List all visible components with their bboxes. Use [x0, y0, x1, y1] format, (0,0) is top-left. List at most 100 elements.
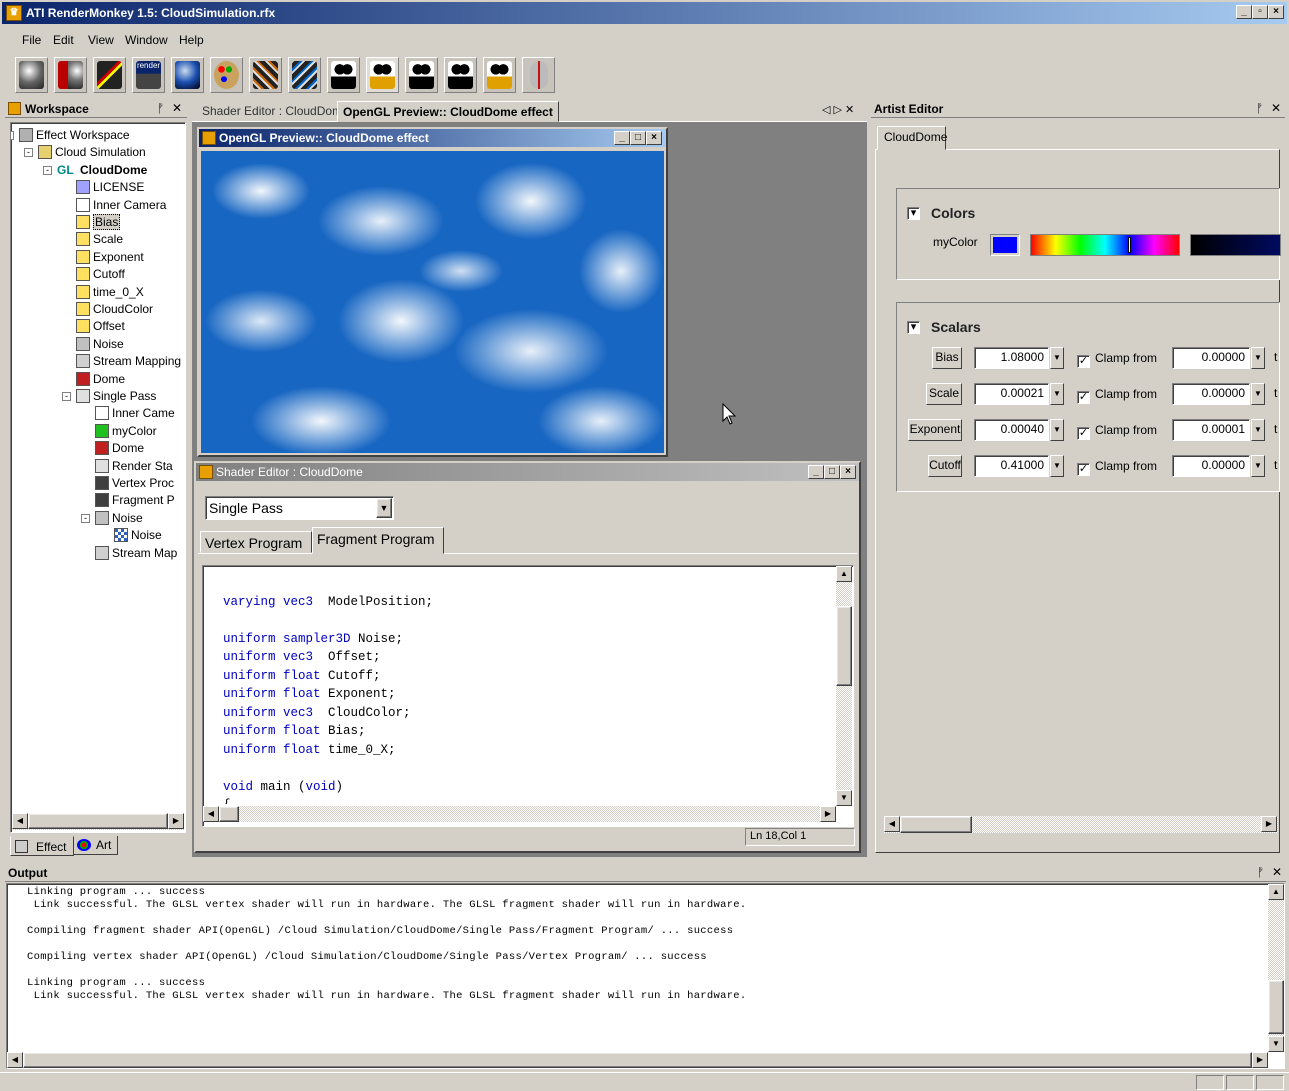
scroll-thumb[interactable]	[900, 816, 972, 833]
close-icon[interactable]: ✕	[1271, 101, 1281, 115]
toolbar-button-dice-2[interactable]	[288, 57, 321, 93]
tree-item[interactable]: GL CloudDome	[57, 162, 147, 178]
toolbar-button-palette[interactable]	[210, 57, 243, 93]
minimize-button[interactable]: _	[1236, 5, 1252, 19]
minimize-button[interactable]: _	[614, 131, 630, 145]
tree-item[interactable]: Dome	[95, 440, 144, 456]
tree-item[interactable]: Offset	[76, 318, 125, 334]
maximize-button[interactable]: □	[824, 465, 840, 479]
toolbar-button-camera-4[interactable]	[444, 57, 477, 93]
tab-vertex-program[interactable]: Vertex Program	[200, 531, 312, 553]
tab-shader-editor[interactable]: Shader Editor : CloudDome	[202, 104, 349, 118]
code-vscrollbar[interactable]	[836, 566, 852, 806]
menu-edit[interactable]: Edit	[53, 33, 74, 47]
tree-item[interactable]: myColor	[95, 423, 157, 439]
tree-expander[interactable]: -	[62, 392, 71, 401]
tree-item[interactable]: Fragment P	[95, 492, 175, 508]
tree-item[interactable]: Bias	[76, 214, 121, 230]
clamp-from-input[interactable]: 0.00000	[1172, 383, 1250, 405]
clamp-checkbox[interactable]: ✓ Clamp from	[1077, 351, 1157, 368]
tree-item[interactable]: Exponent	[76, 249, 144, 265]
chevron-down-icon[interactable]: ▼	[1050, 455, 1064, 477]
scalar-name-bias[interactable]: Bias	[932, 347, 962, 369]
toolbar-button-sphere[interactable]	[15, 57, 48, 93]
scalars-collapse-toggle[interactable]: ▾	[907, 321, 920, 334]
scroll-right-button[interactable]: ▶	[820, 806, 836, 822]
scroll-thumb[interactable]	[219, 806, 239, 822]
close-icon[interactable]: ✕	[172, 101, 182, 115]
tree-item[interactable]: Scale	[76, 231, 123, 247]
close-button[interactable]: ×	[1268, 5, 1284, 19]
scroll-left-button[interactable]: ◀	[203, 806, 219, 822]
tree-item[interactable]: Stream Mapping	[76, 353, 181, 369]
toolbar-button-camera-5[interactable]	[483, 57, 516, 93]
menu-view[interactable]: View	[88, 33, 114, 47]
scroll-up-button[interactable]: ▲	[836, 566, 852, 582]
tree-item[interactable]: Vertex Proc	[95, 475, 174, 491]
close-icon[interactable]: ✕	[1272, 865, 1282, 879]
toolbar-button-mouse[interactable]	[522, 57, 555, 93]
toolbar-button-render[interactable]: render	[132, 57, 165, 93]
toolbar-button-pencil[interactable]	[93, 57, 126, 93]
color-swatch[interactable]	[990, 234, 1020, 256]
tree-item[interactable]: Dome	[76, 371, 125, 387]
tree-item[interactable]: Render Sta	[95, 458, 173, 474]
pin-icon[interactable]: ᚡ	[1256, 101, 1263, 115]
close-button[interactable]: ×	[646, 131, 662, 145]
tree-item[interactable]: Effect Workspace	[19, 127, 130, 143]
tree-item[interactable]: Inner Came	[95, 405, 175, 421]
brightness-slider[interactable]	[1190, 234, 1281, 256]
toolbar-button-camera-3[interactable]	[405, 57, 438, 93]
clamp-checkbox[interactable]: ✓ Clamp from	[1077, 387, 1157, 404]
tree-item[interactable]: Single Pass	[76, 388, 156, 404]
scalar-value-input[interactable]: 0.00040	[974, 419, 1049, 441]
tree-item[interactable]: Cloud Simulation	[38, 144, 146, 160]
tree-expander[interactable]: -	[11, 131, 14, 140]
restore-button[interactable]: ▫	[1252, 5, 1268, 19]
menu-help[interactable]: Help	[179, 33, 204, 47]
scroll-down-button[interactable]: ▼	[836, 790, 852, 806]
scalar-value-input[interactable]: 0.00021	[974, 383, 1049, 405]
scroll-down-button[interactable]: ▼	[1268, 1036, 1284, 1052]
tree-expander[interactable]: -	[81, 513, 90, 523]
scroll-right-button[interactable]: ▶	[1261, 816, 1277, 832]
scroll-left-button[interactable]: ◀	[884, 816, 900, 832]
clamp-checkbox[interactable]: ✓ Clamp from	[1077, 459, 1157, 476]
toolbar-button-orb[interactable]	[171, 57, 204, 93]
tree-item[interactable]: Inner Camera	[76, 197, 166, 213]
scroll-left-button[interactable]: ◀	[12, 813, 28, 829]
tab-opengl-preview[interactable]: OpenGL Preview:: CloudDome effect	[337, 101, 559, 122]
toolbar-button-ati-sphere[interactable]	[54, 57, 87, 93]
tree-item[interactable]: Cutoff	[76, 266, 125, 282]
chevron-down-icon[interactable]: ▼	[1251, 455, 1265, 477]
scroll-left-button[interactable]: ◀	[7, 1052, 23, 1068]
hue-slider-thumb[interactable]	[1128, 237, 1131, 253]
chevron-down-icon[interactable]: ▼	[1050, 419, 1064, 441]
tree-item[interactable]: Noise	[95, 510, 143, 526]
scalar-name-cutoff[interactable]: Cutoff	[928, 455, 962, 477]
chevron-down-icon[interactable]: ▼	[1050, 383, 1064, 405]
clamp-from-input[interactable]: 0.00000	[1172, 347, 1250, 369]
chevron-down-icon[interactable]: ▼	[1050, 347, 1064, 369]
scroll-thumb[interactable]	[28, 813, 168, 829]
code-hscrollbar[interactable]	[203, 806, 836, 822]
preview-titlebar[interactable]: OpenGL Preview:: CloudDome effect _ □ ×	[199, 129, 666, 147]
code-text[interactable]: varying vec3 ModelPosition; uniform sampl…	[203, 566, 835, 805]
pin-icon[interactable]: ᚡ	[157, 101, 164, 115]
chevron-down-icon[interactable]: ▼	[1251, 383, 1265, 405]
pass-select[interactable]: Single Pass ▼	[205, 496, 394, 520]
tab-clouddome[interactable]: CloudDome	[877, 126, 947, 150]
chevron-down-icon[interactable]: ▼	[1251, 419, 1265, 441]
clamp-checkbox[interactable]: ✓ Clamp from	[1077, 423, 1157, 440]
scroll-thumb[interactable]	[23, 1052, 1252, 1068]
tree-expander[interactable]: -	[43, 165, 52, 175]
minimize-button[interactable]: _	[808, 465, 824, 479]
menu-file[interactable]: File	[22, 33, 41, 47]
scroll-thumb[interactable]	[1268, 980, 1284, 1034]
tab-nav-controls[interactable]: ◁ ▷ ✕	[822, 103, 854, 116]
toolbar-button-camera[interactable]	[327, 57, 360, 93]
pin-icon[interactable]: ᚡ	[1257, 865, 1264, 879]
tree-item[interactable]: Stream Map	[95, 545, 177, 561]
output-log[interactable]: Linking program ... success Link success…	[6, 883, 1285, 1069]
hue-slider[interactable]	[1030, 234, 1180, 256]
